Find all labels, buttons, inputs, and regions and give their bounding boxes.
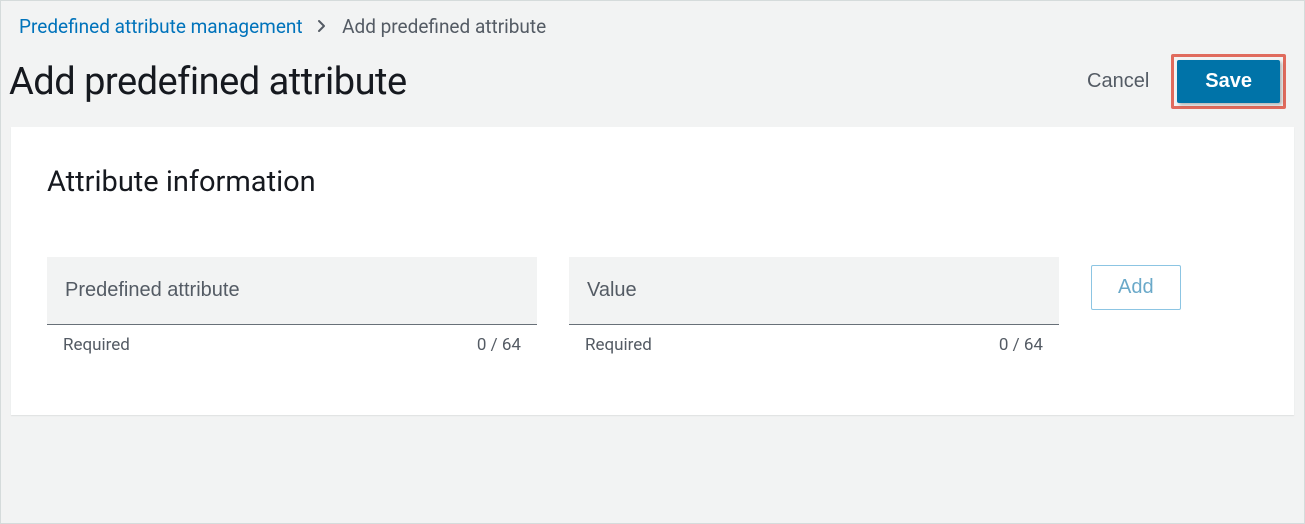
value-input[interactable] xyxy=(569,257,1059,325)
cancel-button[interactable]: Cancel xyxy=(1083,64,1153,99)
predefined-attribute-input[interactable] xyxy=(47,257,537,325)
page-title: Add predefined attribute xyxy=(9,60,407,104)
value-helper: Required 0 / 64 xyxy=(569,325,1059,355)
save-button[interactable]: Save xyxy=(1177,60,1280,103)
value-required-label: Required xyxy=(585,335,652,355)
fields-row: Required 0 / 64 Required 0 / 64 Add xyxy=(47,257,1258,355)
attribute-required-label: Required xyxy=(63,335,130,355)
breadcrumb-current: Add predefined attribute xyxy=(342,15,546,38)
chevron-right-icon xyxy=(317,15,327,38)
add-button[interactable]: Add xyxy=(1091,265,1181,310)
header-actions: Cancel Save xyxy=(1083,54,1286,109)
value-field: Required 0 / 64 xyxy=(569,257,1059,355)
save-button-highlight: Save xyxy=(1171,54,1286,109)
predefined-attribute-field: Required 0 / 64 xyxy=(47,257,537,355)
attribute-helper: Required 0 / 64 xyxy=(47,325,537,355)
breadcrumb-parent-link[interactable]: Predefined attribute management xyxy=(19,15,303,38)
page-header: Add predefined attribute Cancel Save xyxy=(1,46,1304,127)
attribute-panel: Attribute information Required 0 / 64 Re… xyxy=(11,127,1294,415)
add-column: Add xyxy=(1091,257,1181,310)
breadcrumb: Predefined attribute management Add pred… xyxy=(1,1,1304,46)
value-counter: 0 / 64 xyxy=(999,335,1043,355)
section-title: Attribute information xyxy=(47,165,1258,199)
attribute-counter: 0 / 64 xyxy=(477,335,521,355)
